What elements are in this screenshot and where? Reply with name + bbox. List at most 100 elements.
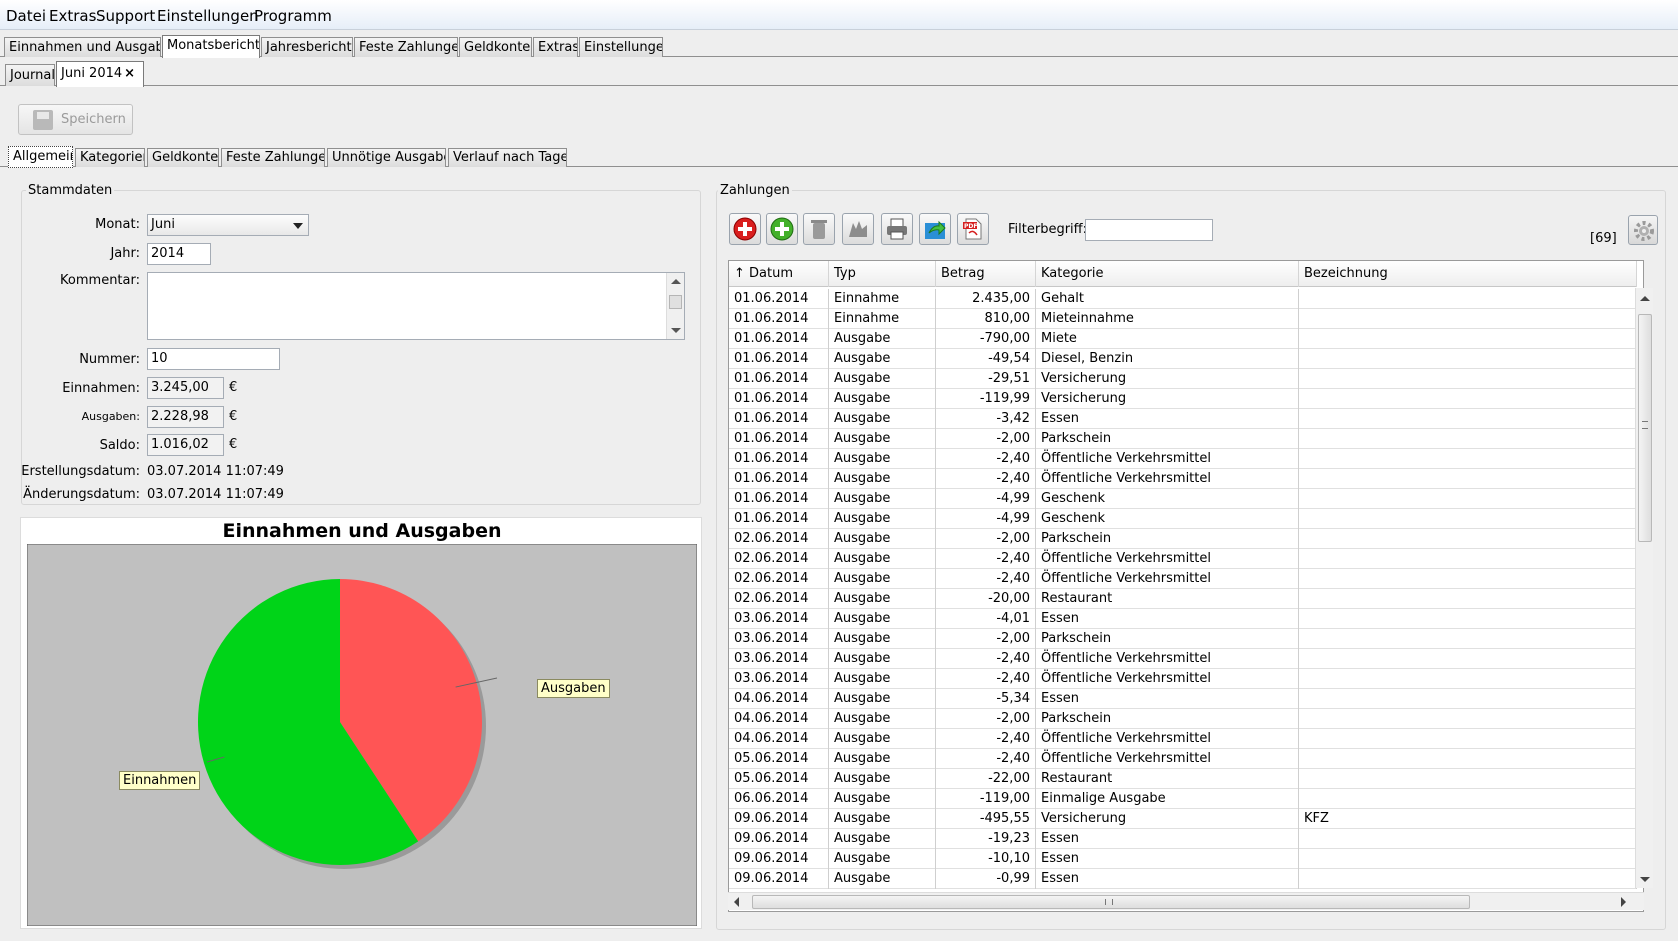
clear-icon bbox=[849, 221, 867, 237]
close-icon[interactable]: × bbox=[124, 62, 135, 85]
filter-input[interactable] bbox=[1085, 219, 1213, 241]
column-header-datum[interactable]: ↑ Datum bbox=[729, 261, 829, 287]
tab-journal[interactable]: Journal bbox=[5, 64, 55, 86]
table-cell: Einmalige Ausgabe bbox=[1036, 789, 1299, 809]
column-header-kategorie[interactable]: Kategorie bbox=[1036, 261, 1299, 287]
tab-einstellungen[interactable]: Einstellungen bbox=[579, 37, 663, 57]
table-horizontal-scrollbar[interactable] bbox=[728, 892, 1644, 910]
table-cell: -49,54 bbox=[936, 349, 1036, 369]
tab-verlauf-nach-tagen[interactable]: Verlauf nach Tagen bbox=[448, 148, 567, 167]
table-row[interactable]: 05.06.2014 Ausgabe -22,00 Restaurant bbox=[729, 769, 1637, 789]
save-button[interactable]: Speichern bbox=[18, 104, 133, 135]
table-row[interactable]: 01.06.2014 Einnahme 2.435,00 Gehalt bbox=[729, 289, 1637, 309]
menu-einstellungen[interactable]: Einstellungen bbox=[157, 7, 259, 25]
table-row[interactable]: 01.06.2014 Ausgabe -4,99 Geschenk bbox=[729, 509, 1637, 529]
kommentar-scrollbar[interactable] bbox=[666, 273, 684, 339]
table-cell: Öffentliche Verkehrsmittel bbox=[1036, 549, 1299, 569]
nummer-field[interactable]: 10 bbox=[147, 348, 280, 370]
table-row[interactable]: 01.06.2014 Ausgabe -2,00 Parkschein bbox=[729, 429, 1637, 449]
filter-label: Filterbegriff: bbox=[1008, 222, 1087, 237]
settings-button[interactable] bbox=[1628, 215, 1658, 245]
scroll-left-icon[interactable] bbox=[734, 897, 739, 907]
print-button[interactable] bbox=[881, 213, 913, 245]
table-row[interactable]: 01.06.2014 Ausgabe -2,40 Öffentliche Verkeh… bbox=[729, 449, 1637, 469]
table-row[interactable]: 09.06.2014 Ausgabe -10,10 Essen bbox=[729, 849, 1637, 869]
column-header-bezeichnung[interactable]: Bezeichnung bbox=[1299, 261, 1637, 287]
scroll-up-icon[interactable] bbox=[671, 279, 681, 284]
table-row[interactable]: 01.06.2014 Ausgabe -3,42 Essen bbox=[729, 409, 1637, 429]
table-row[interactable]: 02.06.2014 Ausgabe -2,40 Öffentliche Verkeh… bbox=[729, 569, 1637, 589]
table-row[interactable]: 01.06.2014 Ausgabe -790,00 Miete bbox=[729, 329, 1637, 349]
tab-extras[interactable]: Extras bbox=[533, 37, 578, 57]
table-cell: 06.06.2014 bbox=[729, 789, 829, 809]
table-row[interactable]: 02.06.2014 Ausgabe -2,40 Öffentliche Verkeh… bbox=[729, 549, 1637, 569]
column-header-typ[interactable]: Typ bbox=[829, 261, 936, 287]
tab-kategorien[interactable]: Kategorien bbox=[75, 148, 145, 167]
column-header-betrag[interactable]: Betrag bbox=[936, 261, 1036, 287]
tab-juni-2014[interactable]: Juni 2014 × bbox=[56, 61, 144, 87]
table-row[interactable]: 01.06.2014 Ausgabe -119,99 Versicherung bbox=[729, 389, 1637, 409]
table-row[interactable]: 01.06.2014 Ausgabe -2,40 Öffentliche Verkeh… bbox=[729, 469, 1637, 489]
scroll-thumb[interactable] bbox=[1638, 314, 1652, 542]
table-row[interactable]: 09.06.2014 Ausgabe -19,23 Essen bbox=[729, 829, 1637, 849]
table-cell: Ausgabe bbox=[829, 689, 936, 709]
tab-unnoetige-ausgaben[interactable]: Unnötige Ausgaben bbox=[327, 148, 446, 167]
table-cell: 01.06.2014 bbox=[729, 369, 829, 389]
pdf-button[interactable]: PDF bbox=[957, 213, 989, 245]
tab-geldkonten[interactable]: Geldkonten bbox=[459, 37, 532, 57]
scroll-down-icon[interactable] bbox=[671, 328, 681, 333]
table-row[interactable]: 03.06.2014 Ausgabe -2,40 Öffentliche Verkeh… bbox=[729, 649, 1637, 669]
table-row[interactable]: 02.06.2014 Ausgabe -20,00 Restaurant bbox=[729, 589, 1637, 609]
table-row[interactable]: 03.06.2014 Ausgabe -4,01 Essen bbox=[729, 609, 1637, 629]
table-row[interactable]: 01.06.2014 Ausgabe -29,51 Versicherung bbox=[729, 369, 1637, 389]
table-row[interactable]: 02.06.2014 Ausgabe -2,00 Parkschein bbox=[729, 529, 1637, 549]
delete-button[interactable] bbox=[803, 213, 835, 245]
table-row[interactable]: 01.06.2014 Ausgabe -4,99 Geschenk bbox=[729, 489, 1637, 509]
tab-geldkonten-sub[interactable]: Geldkonten bbox=[147, 148, 219, 167]
menu-programm[interactable]: Programm bbox=[254, 7, 332, 25]
remove-button[interactable] bbox=[729, 213, 761, 245]
chart-panel: Einnahmen und Ausgaben Ausgaben Einnahme… bbox=[20, 517, 702, 929]
table-row[interactable]: 09.06.2014 Ausgabe -0,99 Essen bbox=[729, 869, 1637, 889]
menu-extras[interactable]: Extras bbox=[49, 7, 96, 25]
export-button[interactable] bbox=[919, 213, 951, 245]
tab-einnahmen-und-ausgaben[interactable]: Einnahmen und Ausgaben bbox=[4, 37, 161, 57]
menu-support[interactable]: Support bbox=[96, 7, 155, 25]
saldo-field: 1.016,02 bbox=[147, 434, 224, 456]
kommentar-textarea[interactable] bbox=[147, 272, 685, 340]
tab-allgemein[interactable]: Allgemein bbox=[8, 146, 73, 168]
tab-feste-zahlungen-sub[interactable]: Feste Zahlungen bbox=[221, 148, 325, 167]
scroll-down-icon[interactable] bbox=[1640, 877, 1650, 882]
table-row[interactable]: 04.06.2014 Ausgabe -2,00 Parkschein bbox=[729, 709, 1637, 729]
einnahmen-label: Einnahmen: bbox=[62, 381, 140, 396]
scroll-right-icon[interactable] bbox=[1621, 897, 1626, 907]
saldo-label: Saldo: bbox=[99, 438, 140, 453]
tab-feste-zahlungen[interactable]: Feste Zahlungen bbox=[354, 37, 458, 57]
table-row[interactable]: 04.06.2014 Ausgabe -5,34 Essen bbox=[729, 689, 1637, 709]
table-cell bbox=[1299, 429, 1637, 449]
table-row[interactable]: 03.06.2014 Ausgabe -2,40 Öffentliche Verkeh… bbox=[729, 669, 1637, 689]
table-row[interactable]: 03.06.2014 Ausgabe -2,00 Parkschein bbox=[729, 629, 1637, 649]
table-row[interactable]: 09.06.2014 Ausgabe -495,55 Versicherung KFZ bbox=[729, 809, 1637, 829]
table-row[interactable]: 01.06.2014 Einnahme 810,00 Mieteinnahme bbox=[729, 309, 1637, 329]
menu-datei[interactable]: Datei bbox=[6, 7, 46, 25]
add-button[interactable] bbox=[766, 213, 798, 245]
table-vertical-scrollbar[interactable] bbox=[1635, 288, 1653, 888]
scroll-thumb[interactable] bbox=[669, 295, 682, 309]
monat-select[interactable]: Juni bbox=[147, 214, 309, 236]
jahr-field[interactable]: 2014 bbox=[147, 243, 211, 265]
einnahmen-field: 3.245,00 bbox=[147, 377, 224, 399]
table-row[interactable]: 01.06.2014 Ausgabe -49,54 Diesel, Benzin bbox=[729, 349, 1637, 369]
scroll-thumb-horizontal[interactable] bbox=[752, 895, 1470, 909]
gear-icon bbox=[1634, 221, 1654, 241]
table-row[interactable]: 06.06.2014 Ausgabe -119,00 Einmalige Ausgab… bbox=[729, 789, 1637, 809]
table-row[interactable]: 04.06.2014 Ausgabe -2,40 Öffentliche Verkeh… bbox=[729, 729, 1637, 749]
tab-monatsberichte[interactable]: Monatsberichte bbox=[162, 35, 260, 58]
payment-count: [69] bbox=[1590, 231, 1617, 246]
table-row[interactable]: 05.06.2014 Ausgabe -2,40 Öffentliche Verkeh… bbox=[729, 749, 1637, 769]
tab-jahresberichte[interactable]: Jahresberichte bbox=[261, 37, 353, 57]
table-cell: Ausgabe bbox=[829, 589, 936, 609]
clear-button[interactable] bbox=[842, 213, 874, 245]
scroll-up-icon[interactable] bbox=[1640, 296, 1650, 301]
table-cell: -2,00 bbox=[936, 529, 1036, 549]
